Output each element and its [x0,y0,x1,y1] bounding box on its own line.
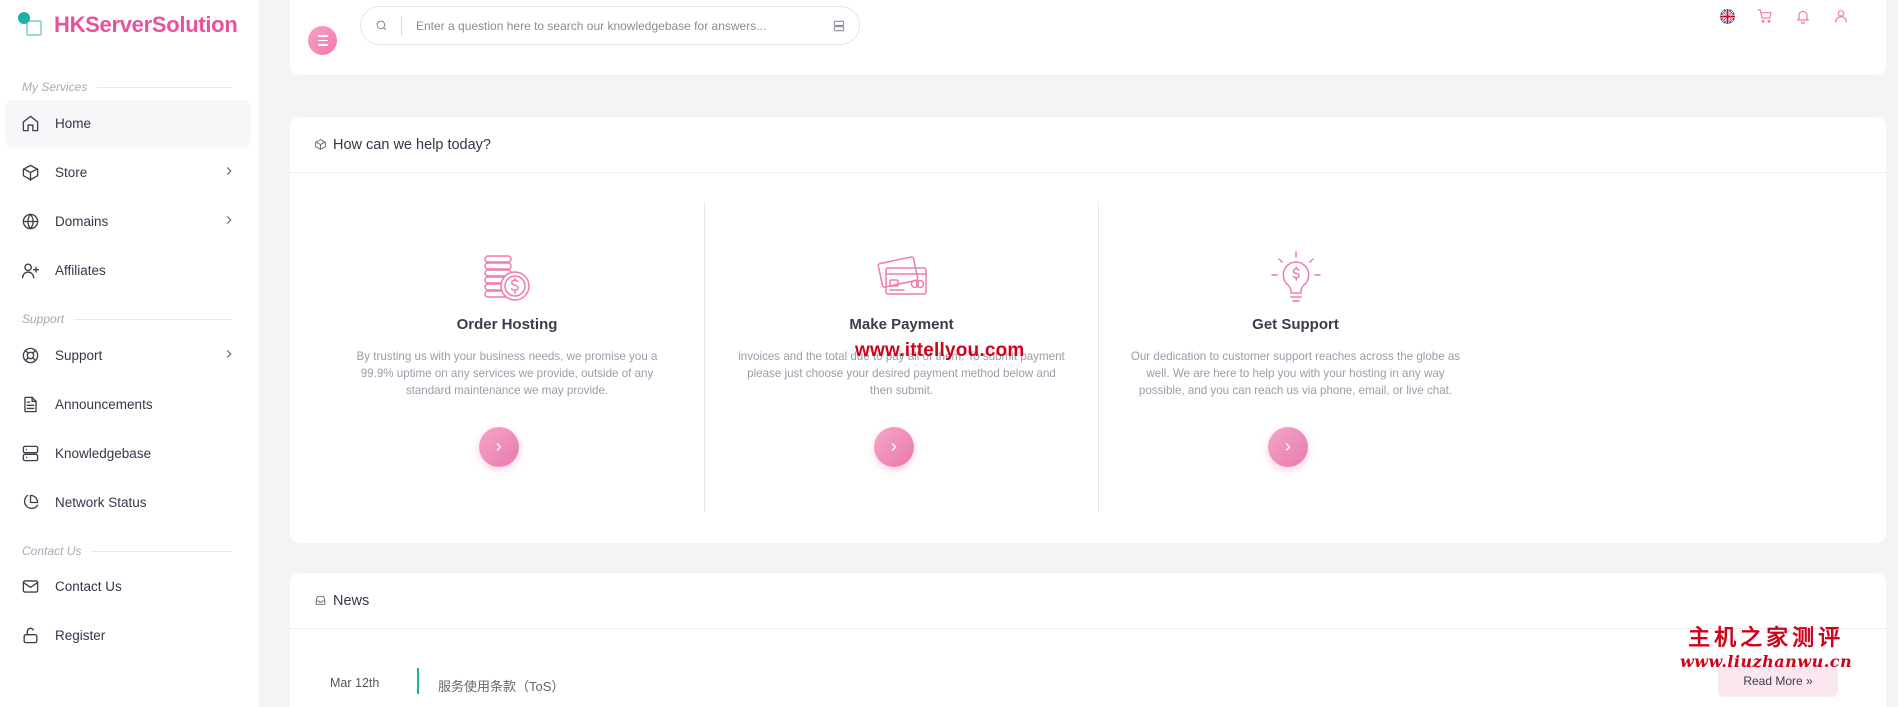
credit-card-icon [874,250,930,306]
search-bar [360,6,860,45]
watermark-ittellyou: www.ittellyou.com [855,340,1025,361]
sidebar-item-network-status[interactable]: Network Status [6,479,250,525]
help-card-title: How can we help today? [333,136,491,153]
sidebar-item-label: Home [55,115,92,131]
lightbulb-icon [1268,250,1324,306]
lifebuoy-icon [20,345,40,365]
help-card: How can we help today? Order Hosting By … [290,117,1886,543]
order-hosting-title: Order Hosting [456,316,558,333]
chevron-right-icon [496,443,502,451]
sidebar-item-contact-us[interactable]: Contact Us [6,563,250,609]
sidebar-item-domains[interactable]: Domains [6,198,250,244]
help-card-header: How can we help today? [290,117,1886,173]
cart-icon[interactable] [1746,5,1784,27]
sidebar: HKServerSolution My Services Home Store … [0,0,259,707]
chevron-right-icon [222,347,236,361]
user-icon[interactable] [1822,5,1860,27]
sidebar-item-label: Support [55,347,103,363]
news-title[interactable]: 服务使用条款（ToS） [438,676,564,695]
search-input[interactable] [416,18,819,33]
inbox-icon [315,596,326,605]
news-card-title: News [333,592,370,609]
section-title-contact-us: Contact Us [22,544,232,558]
sidebar-item-affiliates[interactable]: Affiliates [6,247,250,293]
section-title-my-services: My Services [22,80,232,94]
box-icon [20,162,40,182]
home-icon [20,113,40,133]
menu-toggle-button[interactable] [308,26,337,55]
news-item[interactable]: Mar 12th 服务使用条款（ToS） [290,668,1886,698]
get-support-title: Get Support [1252,316,1339,333]
top-bar [290,0,1886,75]
chevron-right-icon [222,213,236,227]
chevron-right-icon [222,164,236,178]
sidebar-item-label: Register [55,627,106,643]
sidebar-item-label: Contact Us [55,578,122,594]
database-icon[interactable] [819,19,859,33]
mail-icon [20,576,40,596]
brand-logo[interactable]: HKServerSolution [18,12,238,38]
section-title-support: Support [22,312,232,326]
sidebar-item-announcements[interactable]: Announcements [6,381,250,427]
user-plus-icon [20,260,40,280]
globe-icon [20,211,40,231]
coins-icon [479,250,535,306]
logo-icon [18,12,46,38]
document-icon [20,394,40,414]
pie-chart-icon [20,492,40,512]
get-support-panel: Get Support Our dedication to customer s… [1098,202,1492,512]
sidebar-item-label: Affiliates [55,262,106,278]
order-hosting-text: By trusting us with your business needs,… [356,350,658,397]
server-icon [20,443,40,463]
chevron-right-icon [891,443,896,451]
language-flag-icon[interactable] [1708,5,1746,27]
sidebar-item-store[interactable]: Store [6,149,250,195]
make-payment-title: Make Payment [849,316,954,333]
order-hosting-panel: Order Hosting By trusting us with your b… [310,202,704,512]
order-hosting-button[interactable] [479,427,519,467]
search-icon[interactable] [361,19,401,32]
get-support-button[interactable] [1267,427,1308,467]
news-card: News Mar 12th 服务使用条款（ToS） Read More » [290,573,1886,707]
sidebar-item-support[interactable]: Support [6,332,250,378]
sidebar-item-label: Network Status [55,494,147,510]
lock-icon [20,625,40,645]
sidebar-item-register[interactable]: Register [6,612,250,658]
watermark-liuzhanwu: 主机之家测评 www.liuzhanwu.cn [1680,625,1853,671]
sidebar-item-knowledgebase[interactable]: Knowledgebase [6,430,250,476]
sidebar-item-label: Store [55,164,88,180]
make-payment-button[interactable] [873,427,914,467]
news-card-header: News [290,573,1886,629]
chevron-right-icon [1285,443,1290,451]
get-support-text: Our dedication to customer support reach… [1130,350,1461,397]
news-date: Mar 12th [330,676,380,690]
sidebar-item-label: Knowledgebase [55,445,152,461]
sidebar-item-label: Announcements [55,396,153,412]
bell-icon[interactable] [1784,5,1822,27]
sidebar-item-home[interactable]: Home [6,100,250,146]
box-icon [315,139,326,150]
sidebar-item-label: Domains [55,213,109,229]
top-actions [1708,5,1860,27]
brand-name: HKServerSolution [54,12,238,37]
